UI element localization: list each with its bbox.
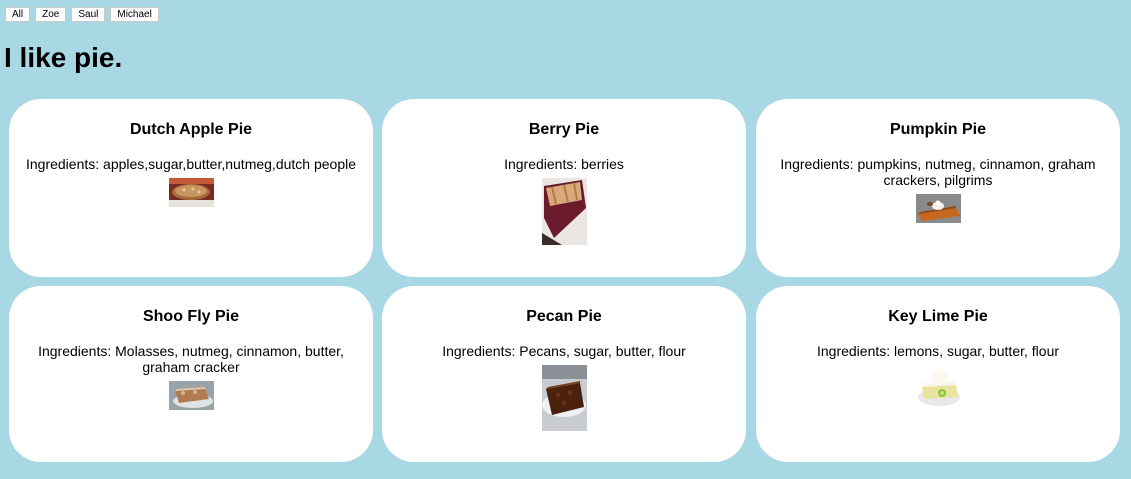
shoo-fly-pie-photo [168,381,214,410]
key-lime-pie-photo [915,365,961,410]
pie-card-title: Pumpkin Pie [889,121,987,138]
filter-zoe-button[interactable]: Zoe [35,7,67,22]
pie-card-title: Shoo Fly Pie [142,308,239,325]
pie-card-pumpkin: Pumpkin Pie Ingredients: pumpkins, nutme… [756,99,1120,277]
pie-card-ingredients: Ingredients: apples,sugar,butter,nutmeg,… [25,156,356,172]
pie-card-berry: Berry Pie Ingredients: berries [382,99,746,277]
pie-card-pecan: Pecan Pie Ingredients: Pecans, sugar, bu… [382,286,746,462]
pecan-pie-photo [541,365,587,431]
berry-pie-photo [541,178,587,245]
pie-card-title: Pecan Pie [526,308,602,325]
pumpkin-pie-photo [915,194,961,223]
pie-card-ingredients: Ingredients: pumpkins, nutmeg, cinnamon,… [780,156,1096,188]
pie-card-key-lime: Key Lime Pie Ingredients: lemons, sugar,… [756,286,1120,462]
pie-card-title: Berry Pie [528,121,600,138]
filter-bar: All Zoe Saul Michael [5,7,159,22]
filter-michael-button[interactable]: Michael [110,7,159,22]
page-title: I like pie. [4,42,123,73]
pie-card-title: Key Lime Pie [888,308,988,325]
pie-card-ingredients: Ingredients: berries [504,156,624,172]
pie-card-shoo-fly: Shoo Fly Pie Ingredients: Molasses, nutm… [9,286,373,462]
pie-card-ingredients: Ingredients: Molasses, nutmeg, cinnamon,… [38,343,344,375]
pie-card-dutch-apple: Dutch Apple Pie Ingredients: apples,suga… [9,99,373,277]
pie-card-ingredients: Ingredients: lemons, sugar, butter, flou… [816,343,1060,359]
pie-card-ingredients: Ingredients: Pecans, sugar, butter, flou… [442,343,686,359]
dutch-apple-pie-photo [168,178,214,207]
filter-saul-button[interactable]: Saul [71,7,106,22]
filter-all-button[interactable]: All [5,7,31,22]
pie-card-title: Dutch Apple Pie [129,121,253,138]
